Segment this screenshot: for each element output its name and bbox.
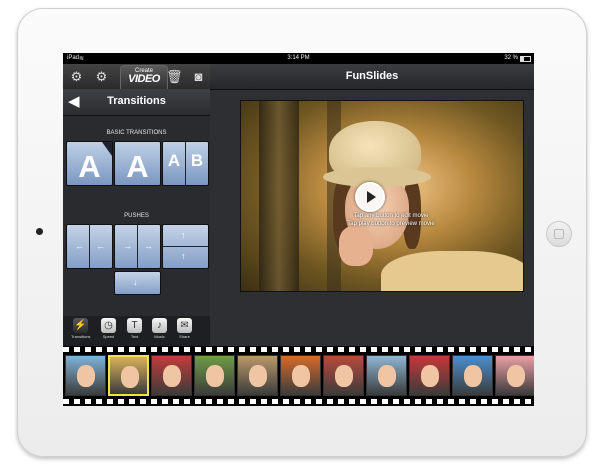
envelope-icon: ✉ (177, 318, 192, 333)
tile-letter-left: A (167, 151, 181, 170)
push-up-tile[interactable]: ↑ ↑ (162, 224, 209, 269)
photo-thumbnail[interactable] (366, 355, 407, 396)
preview-panel: FunSlides Tap any button to edit movie T… (210, 64, 534, 346)
photo-thumbnail[interactable] (409, 355, 450, 396)
film-perforation-bottom (63, 399, 534, 404)
status-bar: iPad ≋ 3:14 PM 32 % (63, 53, 534, 64)
photo-filmstrip[interactable] (63, 346, 534, 406)
left-panel: ⚙ ⚙ Create VIDEO 🗑 ◙ ◀ Transitions BASIC… (63, 64, 210, 354)
photo-thumbnail[interactable] (452, 355, 493, 396)
transitions-caption: Transitions (71, 334, 91, 339)
page-fold-icon (102, 142, 112, 156)
speed-button[interactable]: ◷ Speed (99, 318, 118, 339)
home-button[interactable] (546, 221, 572, 247)
settings-gear-icon[interactable]: ⚙ (94, 69, 109, 84)
photo-thumbnail[interactable] (237, 355, 278, 396)
push-left-tile[interactable]: ← ← (66, 224, 113, 269)
text-caption: Text (130, 334, 139, 339)
arrow-left-icon: ← (96, 241, 105, 251)
top-toolbar: ⚙ ⚙ Create VIDEO 🗑 ◙ (63, 64, 210, 91)
panel-titlebar: ◀ Transitions (63, 89, 210, 116)
battery-label: 32 % (504, 55, 518, 61)
arrow-right-icon: → (123, 241, 132, 251)
film-perforation-top (63, 347, 534, 352)
photo-thumbnail[interactable] (65, 355, 106, 396)
transition-wipe-tile[interactable]: A B (162, 141, 209, 186)
photo-thumbnail[interactable] (108, 355, 149, 396)
arrow-up-icon: ↑ (181, 251, 186, 261)
bottom-icon-bar: ⚡ Transitions ◷ Speed T Text ♪ Music ✉ S… (63, 316, 210, 346)
battery-icon (520, 56, 531, 62)
edit-hint: Tap any button to edit movie (353, 213, 429, 219)
basic-transitions-label: BASIC TRANSITIONS (106, 130, 167, 136)
panel-title: Transitions (107, 95, 166, 107)
tile-letter-right: B (190, 151, 204, 170)
photo-thumbnail[interactable] (151, 355, 192, 396)
trash-icon[interactable]: 🗑 (166, 69, 183, 84)
music-icon: ♪ (152, 318, 167, 333)
front-camera (36, 228, 43, 235)
push-down-tile[interactable]: ↓ (114, 271, 161, 295)
create-video-button[interactable]: Create VIDEO (120, 65, 168, 91)
photo-thumbnail[interactable] (495, 355, 534, 396)
arrow-down-icon: ↓ (133, 277, 138, 287)
video-label: VIDEO (128, 73, 160, 85)
video-preview[interactable]: Tap any button to edit movie Tap play bu… (240, 100, 524, 292)
clock-icon: ◷ (101, 318, 116, 333)
clock-label: 3:14 PM (287, 55, 310, 61)
share-caption: Share (179, 334, 190, 339)
arrow-up-icon: ↑ (181, 230, 186, 240)
transitions-button[interactable]: ⚡ Transitions (71, 318, 90, 339)
arrow-left-icon: ← (75, 241, 84, 251)
preview-hint: Tap play button to preview movie (347, 221, 435, 227)
text-icon: T (127, 318, 142, 333)
transition-fade-tile[interactable]: A (66, 141, 113, 186)
play-icon[interactable] (355, 182, 385, 212)
music-button[interactable]: ♪ Music (150, 318, 169, 339)
speed-caption: Speed (102, 334, 115, 339)
lightning-icon: ⚡ (73, 318, 88, 333)
transition-dissolve-tile[interactable]: A (114, 141, 161, 186)
pushes-label: PUSHES (124, 213, 149, 219)
photo-thumbnail[interactable] (194, 355, 235, 396)
photo-thumbnail[interactable] (280, 355, 321, 396)
app-title: FunSlides (345, 70, 399, 82)
preview-header: FunSlides (210, 64, 534, 90)
music-caption: Music (154, 334, 165, 339)
push-right-tile[interactable]: → → (114, 224, 161, 269)
camera-icon[interactable]: ◙ (191, 69, 206, 84)
gear-icon[interactable]: ⚙ (69, 69, 84, 84)
share-button[interactable]: ✉ Share (175, 318, 194, 339)
tile-letter: A (126, 149, 149, 184)
text-button[interactable]: T Text (125, 318, 144, 339)
arrow-right-icon: → (144, 241, 153, 251)
photo-thumbnail[interactable] (323, 355, 364, 396)
app-screen: iPad ≋ 3:14 PM 32 % ⚙ ⚙ Create VIDEO 🗑 ◙… (63, 53, 534, 406)
